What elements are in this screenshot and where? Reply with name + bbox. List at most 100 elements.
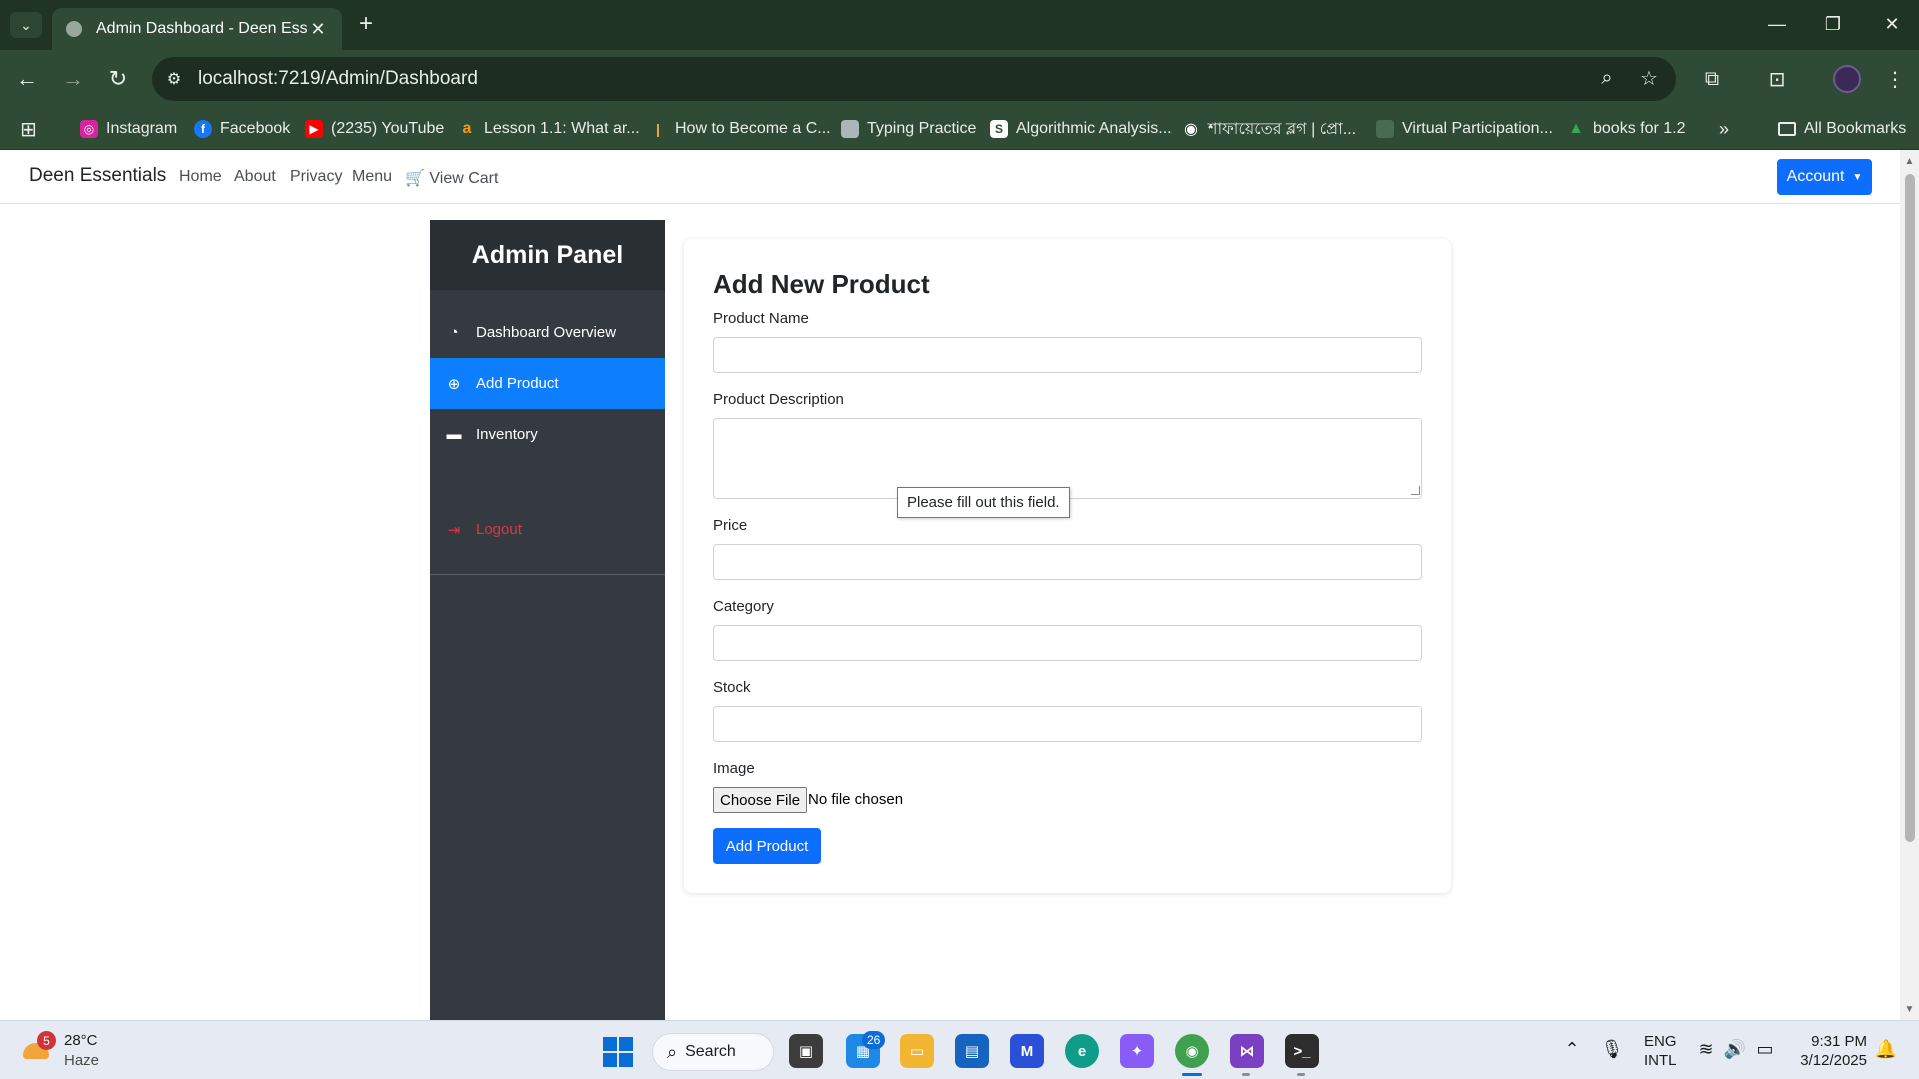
chrome-menu-icon[interactable]: ⋮ — [1880, 64, 1910, 94]
back-button[interactable]: ← — [12, 64, 42, 94]
caret-down-icon: ▼ — [1852, 171, 1863, 183]
plus-circle-icon: ⊕ — [447, 375, 461, 393]
bookmark-lesson[interactable]: a Lesson 1.1: What ar... — [458, 116, 640, 142]
terminal-icon[interactable]: >_ — [1285, 1034, 1319, 1068]
address-bar[interactable]: ⚙ localhost:7219/Admin/Dashboard — [152, 57, 1676, 101]
algorithm-icon: S — [990, 120, 1008, 138]
page-scrollbar[interactable]: ▲ ▼ — [1900, 150, 1919, 1020]
all-bookmarks[interactable]: All Bookmarks — [1778, 116, 1906, 142]
file-explorer-icon[interactable]: ▭ — [900, 1034, 934, 1068]
microphone-icon[interactable]: 🎙 — [1600, 1039, 1624, 1060]
weather-badge: 5 — [37, 1031, 56, 1050]
visual-studio-icon[interactable]: ⋈ — [1230, 1034, 1264, 1068]
dashboard-icon: ◔ — [449, 324, 459, 341]
bookmark-books[interactable]: ▲ books for 1.2 — [1567, 116, 1685, 142]
sidebar-item-label: Add Product — [476, 375, 559, 392]
choose-file-button[interactable]: Choose File — [713, 787, 808, 813]
screenshot-icon[interactable]: ⊡ — [1762, 64, 1792, 94]
close-window-button[interactable]: ✕ — [1872, 10, 1912, 38]
youtube-icon: ▶ — [305, 120, 323, 138]
box-icon: ▬ — [446, 426, 462, 443]
bookmark-algorithm[interactable]: S Algorithmic Analysis... — [990, 116, 1172, 142]
minimize-button[interactable]: — — [1757, 10, 1797, 38]
brand-link[interactable]: Deen Essentials — [29, 165, 166, 187]
scroll-down-arrow-icon[interactable]: ▼ — [1900, 1002, 1919, 1016]
new-tab-button[interactable]: + — [352, 10, 380, 38]
blog-icon: ◉ — [1184, 121, 1198, 138]
extensions-icon[interactable]: ⧉ — [1697, 64, 1727, 94]
category-input[interactable] — [713, 625, 1422, 661]
task-view-icon[interactable]: ▣ — [789, 1034, 823, 1068]
search-label: Search — [685, 1043, 736, 1060]
language-indicator[interactable]: ENG INTL — [1644, 1032, 1677, 1070]
bookmark-blog[interactable]: ◉ শাফায়েতের ব্লগ | প্রো... — [1182, 116, 1356, 142]
nav-about[interactable]: About — [234, 168, 276, 186]
add-product-submit-button[interactable]: Add Product — [713, 828, 821, 864]
page-title: Add New Product — [713, 269, 930, 299]
chevron-up-icon[interactable]: ⌃ — [1560, 1039, 1584, 1060]
bookmark-how-to[interactable]: | How to Become a C... — [649, 116, 831, 142]
nav-home[interactable]: Home — [179, 168, 222, 186]
reload-button[interactable]: ↻ — [103, 64, 133, 94]
weather-temperature: 28°C — [64, 1032, 98, 1049]
restore-button[interactable]: ❐ — [1813, 10, 1853, 38]
notification-icon[interactable]: 🔔 — [1874, 1039, 1898, 1060]
windows-start-icon[interactable] — [603, 1037, 633, 1067]
chrome-icon[interactable]: ◉ — [1175, 1034, 1209, 1068]
add-product-card: Add New Product Product Name Product Des… — [684, 239, 1451, 893]
sidebar-divider — [430, 574, 665, 575]
browser-toolbar: ← → ↻ ⚙ localhost:7219/Admin/Dashboard ⌕… — [0, 50, 1919, 108]
sidebar-item-add-product[interactable]: ⊕ Add Product — [430, 358, 665, 409]
wifi-icon[interactable]: ≋ — [1694, 1039, 1718, 1060]
volume-icon[interactable]: 🔊 — [1723, 1039, 1747, 1060]
category-label: Category — [713, 598, 774, 615]
price-input[interactable] — [713, 544, 1422, 580]
bookmark-typing[interactable]: Typing Practice — [841, 116, 976, 142]
bookmark-virtual[interactable]: Virtual Participation... — [1376, 116, 1553, 142]
nav-privacy[interactable]: Privacy — [290, 168, 342, 186]
bookmark-star-icon[interactable]: ☆ — [1634, 63, 1664, 93]
editor-icon[interactable]: M — [1010, 1034, 1044, 1068]
bookmarks-bar: ⊞ ◎ Instagram f Facebook ▶ (2235) YouTube a… — [0, 108, 1919, 150]
battery-icon[interactable]: ▭ — [1753, 1039, 1777, 1060]
nav-menu[interactable]: Menu — [352, 168, 392, 186]
instagram-icon: ◎ — [80, 120, 98, 138]
url-text: localhost:7219/Admin/Dashboard — [198, 68, 478, 89]
zoom-icon[interactable]: ⌕ — [1592, 63, 1622, 93]
more-bookmarks-icon[interactable]: » — [1719, 116, 1729, 142]
bookmark-instagram[interactable]: ◎ Instagram — [80, 116, 177, 142]
profile-avatar[interactable] — [1833, 65, 1861, 93]
account-label: Account — [1786, 168, 1845, 185]
tab-search-button[interactable]: ⌄ — [10, 12, 42, 38]
terminal-running-indicator — [1297, 1073, 1305, 1076]
vs-running-indicator — [1242, 1073, 1250, 1076]
bookmark-facebook[interactable]: f Facebook — [194, 116, 290, 142]
search-icon: ⌕ — [667, 1041, 678, 1062]
resize-handle-icon[interactable] — [1411, 486, 1420, 495]
sidebar-item-logout[interactable]: ⇥ Logout — [430, 504, 665, 555]
sidebar-item-label: Dashboard Overview — [476, 324, 617, 341]
sidebar-item-label: Logout — [476, 521, 522, 538]
forward-button[interactable]: → — [58, 64, 88, 94]
apps-icon[interactable]: ⊞ — [20, 116, 37, 142]
image-label: Image — [713, 760, 755, 777]
stock-input[interactable] — [713, 706, 1422, 742]
copilot-icon[interactable]: ✦ — [1120, 1034, 1154, 1068]
product-name-input[interactable] — [713, 337, 1422, 373]
taskbar-search[interactable]: ⌕ Search — [652, 1033, 774, 1071]
active-tab[interactable]: Admin Dashboard - Deen Essen ✕ — [52, 8, 342, 50]
close-tab-icon[interactable]: ✕ — [308, 19, 328, 40]
nav-view-cart[interactable]: 🛒 View Cart — [405, 168, 498, 188]
weather-widget[interactable]: 5 — [23, 1031, 56, 1065]
site-info-icon[interactable]: ⚙ — [154, 59, 194, 99]
microsoft-store-icon[interactable]: ▤ — [955, 1034, 989, 1068]
scroll-up-arrow-icon[interactable]: ▲ — [1900, 154, 1919, 168]
edge-icon[interactable]: e — [1065, 1034, 1099, 1068]
sidebar-item-inventory[interactable]: ▬ Inventory — [430, 409, 665, 460]
account-dropdown-button[interactable]: Account ▼ — [1777, 159, 1872, 195]
admin-panel-title: Admin Panel — [430, 220, 665, 290]
sidebar-item-dashboard[interactable]: ◔ Dashboard Overview — [430, 307, 665, 358]
clock[interactable]: 9:31 PM 3/12/2025 — [1795, 1032, 1867, 1070]
scroll-thumb[interactable] — [1905, 174, 1915, 842]
bookmark-youtube[interactable]: ▶ (2235) YouTube — [305, 116, 444, 142]
